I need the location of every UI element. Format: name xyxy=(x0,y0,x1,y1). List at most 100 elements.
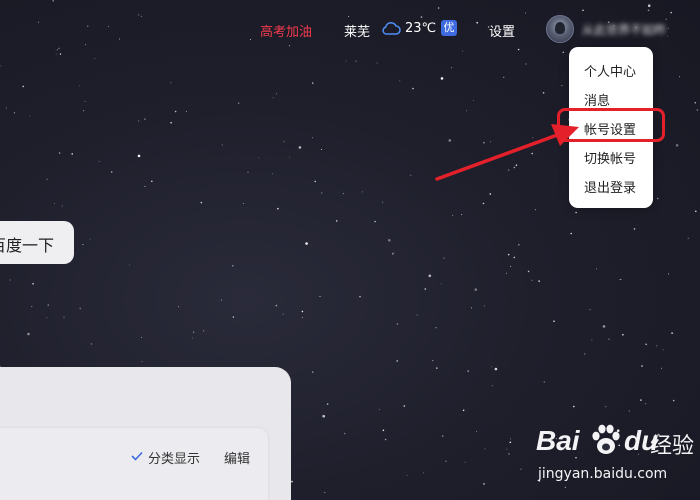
star xyxy=(608,338,610,340)
star xyxy=(374,220,376,223)
star xyxy=(483,305,485,307)
star xyxy=(489,193,492,195)
menu-item-logout[interactable]: 退出登录 xyxy=(584,177,636,196)
star xyxy=(324,492,326,493)
star xyxy=(538,280,540,282)
star xyxy=(602,325,606,328)
star xyxy=(359,295,361,298)
star xyxy=(591,339,593,341)
edit-button[interactable]: 编辑 xyxy=(224,448,250,467)
watermark-brand-cn: 经验 xyxy=(650,434,695,459)
star xyxy=(441,435,444,437)
menu-item-profile[interactable]: 个人中心 xyxy=(584,61,636,80)
star xyxy=(84,101,86,102)
star xyxy=(141,361,143,362)
star xyxy=(321,192,323,194)
star xyxy=(515,164,518,166)
weather-temperature[interactable]: 23℃ xyxy=(405,21,436,36)
star xyxy=(9,279,11,281)
star xyxy=(619,279,621,280)
star xyxy=(570,232,572,235)
star xyxy=(321,148,322,150)
star xyxy=(312,137,313,139)
star xyxy=(471,307,473,309)
star xyxy=(436,367,438,369)
star xyxy=(89,238,91,240)
star xyxy=(319,296,321,297)
settings-link[interactable]: 设置 xyxy=(489,21,515,40)
star xyxy=(82,244,84,246)
star xyxy=(564,486,566,488)
star xyxy=(490,141,492,143)
star xyxy=(561,85,563,87)
star xyxy=(192,337,194,339)
star xyxy=(466,110,467,112)
star xyxy=(464,461,466,463)
star xyxy=(0,65,2,67)
star xyxy=(662,349,664,351)
star xyxy=(491,366,493,368)
star xyxy=(396,323,399,325)
star xyxy=(322,414,326,418)
star xyxy=(61,205,63,207)
star xyxy=(203,330,205,332)
star xyxy=(46,178,48,180)
star xyxy=(462,409,465,412)
search-button-label: 百度一下 xyxy=(0,236,55,255)
star xyxy=(440,283,442,285)
star xyxy=(406,475,408,476)
star xyxy=(151,180,153,183)
menu-item-messages[interactable]: 消息 xyxy=(584,90,610,109)
star xyxy=(98,161,100,163)
star xyxy=(507,169,510,171)
star xyxy=(272,97,274,99)
star xyxy=(200,201,203,204)
weather-city[interactable]: 莱芜 xyxy=(344,21,370,40)
menu-item-switch-account[interactable]: 切换帐号 xyxy=(584,148,636,167)
star xyxy=(305,242,308,245)
star xyxy=(138,120,140,122)
star xyxy=(675,144,679,147)
star xyxy=(277,207,279,210)
username-link[interactable]: 从此世界不如昨 xyxy=(582,21,666,38)
star xyxy=(220,299,222,301)
highlight-box xyxy=(557,108,665,142)
star xyxy=(282,313,284,315)
star xyxy=(443,257,445,259)
star xyxy=(378,408,380,410)
star xyxy=(272,173,273,175)
promo-link[interactable]: 高考加油 xyxy=(260,21,312,40)
star xyxy=(452,215,454,217)
star xyxy=(645,343,647,346)
star xyxy=(645,403,647,405)
star xyxy=(5,107,7,109)
star xyxy=(376,62,378,64)
star xyxy=(13,112,15,114)
watermark-url: jingyan.baidu.com xyxy=(538,466,668,482)
star xyxy=(435,327,437,329)
star xyxy=(144,118,146,120)
star xyxy=(174,110,177,113)
star xyxy=(298,146,302,149)
star xyxy=(531,279,533,281)
star xyxy=(343,432,346,435)
star xyxy=(53,202,55,204)
star xyxy=(472,100,474,101)
star xyxy=(503,76,505,78)
checkmark-icon[interactable] xyxy=(131,451,143,461)
category-display-toggle[interactable]: 分类显示 xyxy=(148,448,200,467)
avatar[interactable] xyxy=(546,15,574,43)
star xyxy=(170,82,172,84)
star xyxy=(311,371,314,373)
star xyxy=(27,332,30,336)
star xyxy=(510,265,512,267)
star xyxy=(342,193,344,195)
star xyxy=(399,80,401,82)
search-button[interactable]: 百度一下 xyxy=(0,221,74,264)
star xyxy=(474,288,478,291)
star xyxy=(640,399,642,401)
star xyxy=(584,353,586,355)
star xyxy=(90,343,93,345)
star xyxy=(22,85,25,88)
star xyxy=(345,60,347,62)
